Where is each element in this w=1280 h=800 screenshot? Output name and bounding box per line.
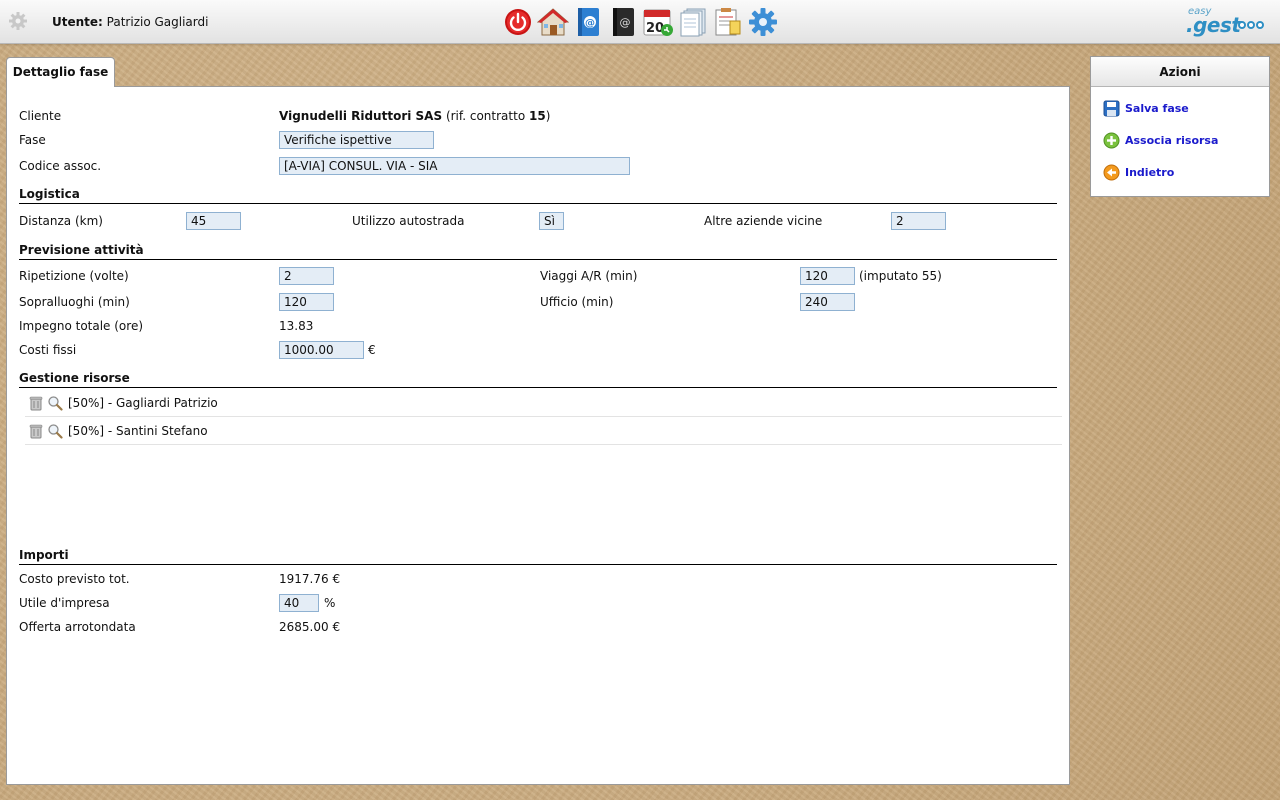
cliente-row: Cliente Vignudelli Riduttori SAS (rif. c… (19, 107, 1059, 125)
offerta-row: Offerta arrotondata 2685.00 € (19, 618, 1059, 636)
indietro-label: Indietro (1125, 165, 1175, 179)
cliente-value: Vignudelli Riduttori SAS (rif. contratto… (279, 107, 550, 125)
viaggi-field[interactable]: 120 (800, 267, 855, 285)
ripetizione-row: Ripetizione (volte) 2 Viaggi A/R (min) 1… (19, 267, 1059, 285)
notes-icon[interactable] (711, 6, 744, 38)
calendar-icon[interactable]: 20 (641, 6, 674, 38)
viaggi-label: Viaggi A/R (min) (540, 269, 638, 283)
trash-icon[interactable] (28, 423, 44, 439)
floppy-disk-icon (1103, 100, 1120, 116)
utile-field[interactable]: 40 (279, 594, 319, 612)
risorse-section-title: Gestione risorse (19, 370, 1057, 388)
fase-row: Fase Verifiche ispettive (19, 131, 1059, 149)
codice-row: Codice assoc. [A-VIA] CONSUL. VIA - SIA (19, 157, 1059, 175)
user-label: Utente: (52, 15, 103, 29)
power-icon[interactable] (501, 6, 534, 38)
documents-icon[interactable] (676, 6, 709, 38)
aziende-vicine-label: Altre aziende vicine (704, 214, 823, 228)
actions-panel: Azioni Salva fase Associa risorsa Indiet… (1090, 56, 1270, 197)
impegno-value: 13.83 (279, 319, 314, 333)
top-bar: Utente: Patrizio Gagliardi @ @ 20 easy .… (0, 0, 1280, 44)
ufficio-label: Ufficio (min) (540, 295, 614, 309)
costo-row: Costo previsto tot. 1917.76 € (19, 570, 1059, 588)
costo-value: 1917.76 € (279, 572, 341, 586)
viaggi-note: (imputato 55) (859, 269, 942, 283)
detail-panel: Cliente Vignudelli Riduttori SAS (rif. c… (6, 86, 1070, 785)
associa-risorsa-button[interactable]: Associa risorsa (1103, 130, 1218, 150)
utile-label: Utile d'impresa (19, 596, 110, 610)
utile-row: Utile d'impresa 40 % (19, 594, 1059, 612)
indietro-button[interactable]: Indietro (1103, 162, 1174, 182)
codice-assoc-field[interactable]: [A-VIA] CONSUL. VIA - SIA (279, 157, 630, 175)
settings-gear-icon[interactable] (746, 6, 779, 38)
cliente-rif-suffix: ) (545, 109, 551, 123)
home-icon[interactable] (536, 6, 569, 38)
logistica-section-title: Logistica (19, 186, 1057, 204)
magnifier-icon[interactable] (47, 395, 63, 411)
main-toolbar: @ @ 20 (501, 6, 779, 38)
list-item: [50%] - Gagliardi Patrizio (25, 389, 1062, 417)
distanza-label: Distanza (km) (19, 214, 103, 228)
resource-label: [50%] - Santini Stefano (68, 423, 208, 438)
distanza-field[interactable]: 45 (186, 212, 241, 230)
sopralluoghi-row: Sopralluoghi (min) 120 Ufficio (min) 240 (19, 293, 1059, 311)
previsione-section-title: Previsione attività (19, 242, 1057, 260)
svg-text:@: @ (585, 18, 595, 29)
logo-big-text: .gest (1186, 13, 1241, 37)
cliente-rif-prefix: (rif. contratto (445, 109, 526, 123)
magnifier-icon[interactable] (47, 423, 63, 439)
resource-label: [50%] - Gagliardi Patrizio (68, 395, 218, 410)
user-name: Patrizio Gagliardi (106, 15, 209, 29)
offerta-label: Offerta arrotondata (19, 620, 136, 634)
back-arrow-icon (1103, 164, 1120, 180)
associa-risorsa-label: Associa risorsa (1125, 133, 1219, 147)
logistica-row: Distanza (km) 45 Utilizzo autostrada Sì … (19, 212, 1059, 230)
logo-dots (1238, 21, 1264, 29)
salva-fase-label: Salva fase (1125, 101, 1189, 115)
costi-fissi-unit: € (368, 343, 376, 357)
costi-fissi-field[interactable]: 1000.00 (279, 341, 364, 359)
gear-icon[interactable] (8, 11, 28, 31)
plus-circle-icon (1103, 132, 1120, 148)
autostrada-label: Utilizzo autostrada (352, 214, 465, 228)
impegno-row: Impegno totale (ore) 13.83 (19, 317, 1059, 335)
codice-label: Codice assoc. (19, 159, 102, 173)
importi-section-title: Importi (19, 547, 1057, 565)
address-book-icon[interactable]: @ (606, 6, 639, 38)
aziende-vicine-field[interactable]: 2 (891, 212, 946, 230)
costi-fissi-row: Costi fissi 1000.00 € (19, 341, 1059, 359)
cliente-label: Cliente (19, 109, 62, 123)
actions-title: Azioni (1091, 57, 1269, 87)
trash-icon[interactable] (28, 395, 44, 411)
tab-dettaglio-fase[interactable]: Dettaglio fase (6, 57, 115, 87)
fase-field[interactable]: Verifiche ispettive (279, 131, 434, 149)
cliente-rif-number: 15 (528, 109, 546, 123)
svg-text:@: @ (619, 16, 630, 29)
contacts-book-icon[interactable]: @ (571, 6, 604, 38)
autostrada-field[interactable]: Sì (539, 212, 564, 230)
sopralluoghi-field[interactable]: 120 (279, 293, 334, 311)
costo-label: Costo previsto tot. (19, 572, 130, 586)
sopralluoghi-label: Sopralluoghi (min) (19, 295, 130, 309)
offerta-value: 2685.00 € (279, 620, 341, 634)
impegno-label: Impegno totale (ore) (19, 319, 144, 333)
easygest-logo: easy .gest (1186, 6, 1272, 37)
current-user: Utente: Patrizio Gagliardi (52, 15, 208, 29)
ripetizione-label: Ripetizione (volte) (19, 269, 129, 283)
utile-unit: % (324, 596, 336, 610)
salva-fase-button[interactable]: Salva fase (1103, 98, 1189, 118)
ufficio-field[interactable]: 240 (800, 293, 855, 311)
list-item: [50%] - Santini Stefano (25, 417, 1062, 445)
ripetizione-field[interactable]: 2 (279, 267, 334, 285)
fase-label: Fase (19, 133, 46, 147)
costi-fissi-label: Costi fissi (19, 343, 77, 357)
cliente-name: Vignudelli Riduttori SAS (279, 109, 443, 123)
